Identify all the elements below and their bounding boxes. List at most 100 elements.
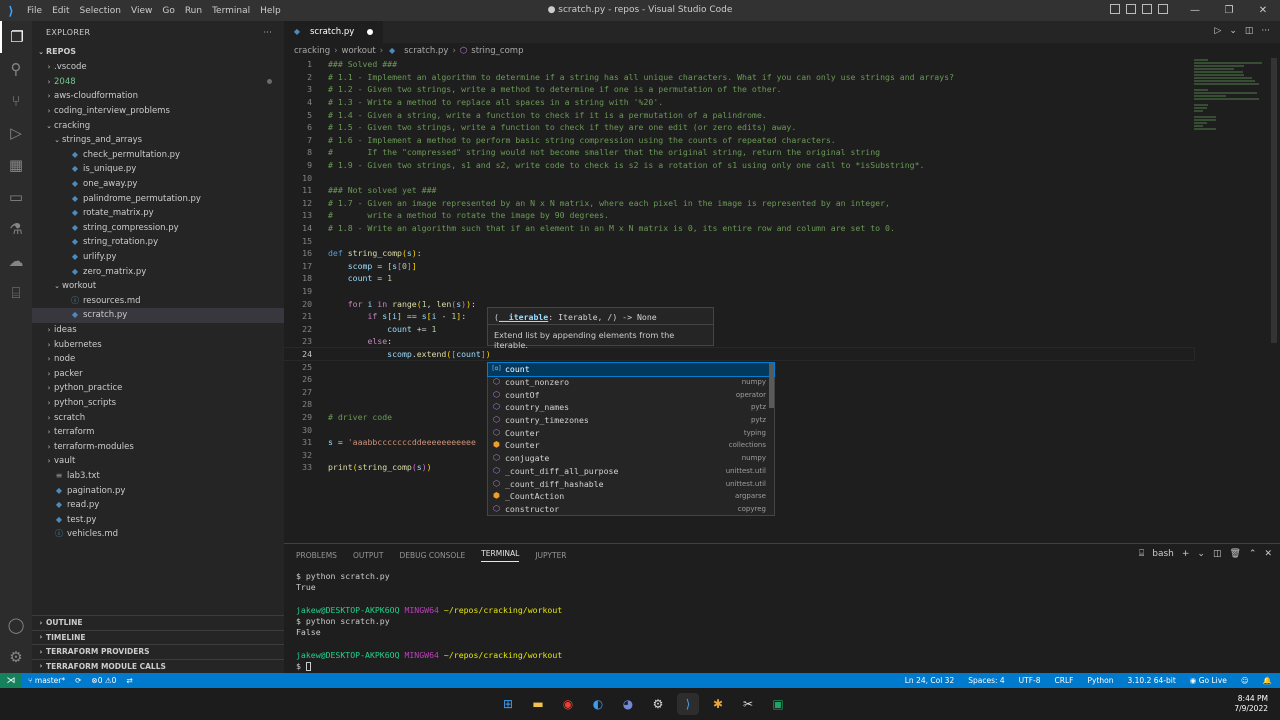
breadcrumb-item[interactable]: scratch.py <box>404 46 448 56</box>
code-line[interactable]: 2 # 1.1 - Implement an algorithm to deter… <box>284 71 1194 84</box>
code-line[interactable]: 1 ### Solved ### <box>284 58 1194 71</box>
file-item[interactable]: ◆ rotate_matrix.py <box>32 206 284 221</box>
code-line[interactable]: 15 <box>284 234 1194 247</box>
customize-layout-icon[interactable] <box>1158 4 1168 14</box>
file-item[interactable]: ◆ read.py <box>32 498 284 513</box>
cursor-position[interactable]: Ln 24, Col 32 <box>905 676 954 685</box>
unsaved-dot-icon[interactable] <box>367 29 374 35</box>
code-line[interactable]: 21 if s[i] == s[i - 1]: <box>284 310 1194 323</box>
python-interpreter[interactable]: 3.10.2 64-bit <box>1128 676 1176 685</box>
suggestion-item[interactable]: ⬡ countOf operator <box>488 388 774 401</box>
folder-item[interactable]: › python_scripts <box>32 396 284 411</box>
suggestion-item[interactable]: ⬡ _count_diff_all_purpose unittest.util <box>488 465 774 478</box>
terminal-output[interactable]: $ python scratch.py True jakew@DESKTOP-AKP… <box>284 566 1280 678</box>
problems-status[interactable]: ⊗0 ⚠0 <box>91 676 116 685</box>
file-item[interactable]: ≡ lab3.txt <box>32 469 284 484</box>
file-item[interactable]: ◆ string_rotation.py <box>32 235 284 250</box>
code-line[interactable]: 22 count += 1 <box>284 322 1194 335</box>
suggestion-item[interactable]: ⬡ count_nonzero numpy <box>488 376 774 389</box>
suggestion-item[interactable]: ⬢ _CountAction argparse <box>488 490 774 503</box>
split-terminal-icon[interactable]: ◫ <box>1213 549 1222 559</box>
live-share-icon[interactable]: ⇄ <box>126 676 132 685</box>
code-line[interactable]: 14 # 1.8 - Write an algorithm such that i… <box>284 222 1194 235</box>
tab-jupyter[interactable]: JUPYTER <box>535 551 566 560</box>
chevron-down-icon[interactable]: ⌄ <box>1197 549 1205 559</box>
close-icon[interactable]: ✕ <box>1246 0 1280 21</box>
split-editor-icon[interactable]: ◫ <box>1245 26 1254 36</box>
menu-item-selection[interactable]: Selection <box>75 6 126 16</box>
toggle-secondary-sidebar-icon[interactable] <box>1142 4 1152 14</box>
code-line[interactable]: 7 # 1.6 - Implement a method to perform b… <box>284 134 1194 147</box>
restore-icon[interactable]: ❐ <box>1212 0 1246 21</box>
folder-item[interactable]: › 2048 <box>32 75 284 90</box>
remote-explorer-icon[interactable]: ▭ <box>0 181 32 213</box>
minimize-icon[interactable]: — <box>1178 0 1212 21</box>
tab-terminal[interactable]: TERMINAL <box>481 549 520 562</box>
code-line[interactable]: 4 # 1.3 - Write a method to replace all s… <box>284 96 1194 109</box>
code-line[interactable]: 5 # 1.4 - Given a string, write a functio… <box>284 108 1194 121</box>
chevron-down-icon[interactable]: ⌄ <box>1229 26 1237 36</box>
code-line[interactable]: 20 for i in range(1, len(s)): <box>284 297 1194 310</box>
folder-item[interactable]: › terraform <box>32 425 284 440</box>
file-item[interactable]: ⓘ vehicles.md <box>32 527 284 542</box>
feedback-icon[interactable]: ☺ <box>1241 676 1249 685</box>
chrome-icon[interactable]: ◉ <box>557 693 579 715</box>
suggestion-item[interactable]: ⬢ Counter collections <box>488 439 774 452</box>
file-item[interactable]: ◆ zero_matrix.py <box>32 264 284 279</box>
code-line[interactable]: 18 count = 1 <box>284 272 1194 285</box>
code-line[interactable]: 24 scomp.extend([count]) <box>283 346 1195 362</box>
file-item[interactable]: ◆ palindrome_permutation.py <box>32 191 284 206</box>
folder-item[interactable]: › kubernetes <box>32 337 284 352</box>
new-terminal-icon[interactable]: + <box>1182 549 1190 559</box>
folder-item[interactable]: › scratch <box>32 410 284 425</box>
folder-item[interactable]: › ideas <box>32 323 284 338</box>
search-icon[interactable]: ⚲ <box>0 53 32 85</box>
suggestion-item[interactable]: ⬡ country_timezones pytz <box>488 414 774 427</box>
scroll-thumb[interactable] <box>1271 58 1277 343</box>
folder-item[interactable]: › vault <box>32 454 284 469</box>
file-item[interactable]: ◆ one_away.py <box>32 177 284 192</box>
file-item[interactable]: ◆ check_permultation.py <box>32 148 284 163</box>
terminal-shell-label[interactable]: bash <box>1152 549 1174 559</box>
suggestion-item[interactable]: ⬡ Counter typing <box>488 426 774 439</box>
testing-icon[interactable]: ⚗ <box>0 213 32 245</box>
folder-item[interactable]: › .vscode <box>32 60 284 75</box>
code-line[interactable]: 17 scomp = [s[0]] <box>284 260 1194 273</box>
code-line[interactable]: 8 # If the "compressed" string would not … <box>284 146 1194 159</box>
go-live-button[interactable]: ◉ Go Live <box>1190 676 1227 685</box>
folder-item[interactable]: › terraform-modules <box>32 439 284 454</box>
docker-icon[interactable]: ☁ <box>0 245 32 277</box>
toggle-sidebar-icon[interactable] <box>1110 4 1120 14</box>
system-clock[interactable]: 8:44 PM 7/9/2022 <box>1234 694 1268 714</box>
run-debug-icon[interactable]: ▷ <box>0 117 32 149</box>
maximize-panel-icon[interactable]: ⌃ <box>1249 549 1257 559</box>
menu-item-run[interactable]: Run <box>180 6 207 16</box>
code-line[interactable]: 6 # 1.5 - Given two strings, write a func… <box>284 121 1194 134</box>
section-terraform-providers[interactable]: › TERRAFORM PROVIDERS <box>32 644 284 659</box>
code-line[interactable]: 9 # 1.9 - Given two strings, s1 and s2, w… <box>284 159 1194 172</box>
code-line[interactable]: 3 # 1.2 - Given two strings, write a meth… <box>284 83 1194 96</box>
source-control-icon[interactable]: ⑂ <box>0 85 32 117</box>
menu-item-edit[interactable]: Edit <box>47 6 74 16</box>
code-line[interactable]: 10 <box>284 171 1194 184</box>
folder-item[interactable]: › aws-cloudformation <box>32 89 284 104</box>
breadcrumb-item[interactable]: string_comp <box>471 46 523 56</box>
trash-icon[interactable]: 🗑 <box>1229 549 1240 559</box>
section-terraform-module-calls[interactable]: › TERRAFORM MODULE CALLS <box>32 658 284 674</box>
more-actions-icon[interactable]: ··· <box>263 28 272 37</box>
section-outline[interactable]: › OUTLINE <box>32 615 284 630</box>
workspace-root[interactable]: ⌄ REPOS <box>32 43 284 60</box>
encoding[interactable]: UTF-8 <box>1019 676 1041 685</box>
language-mode[interactable]: Python <box>1088 676 1114 685</box>
more-actions-icon[interactable]: ··· <box>1261 26 1270 36</box>
folder-item[interactable]: › coding_interview_problems <box>32 104 284 119</box>
suggestion-item[interactable]: ⬡ conjugate numpy <box>488 452 774 465</box>
explorer-icon[interactable]: ❐ <box>0 21 32 53</box>
menu-item-view[interactable]: View <box>126 6 157 16</box>
breadcrumb-item[interactable]: cracking <box>294 46 330 56</box>
slack-icon[interactable]: ✱ <box>707 693 729 715</box>
close-panel-icon[interactable]: ✕ <box>1264 549 1272 559</box>
code-line[interactable]: 19 <box>284 285 1194 298</box>
folder-item[interactable]: › python_practice <box>32 381 284 396</box>
file-item[interactable]: ◆ string_compression.py <box>32 221 284 236</box>
